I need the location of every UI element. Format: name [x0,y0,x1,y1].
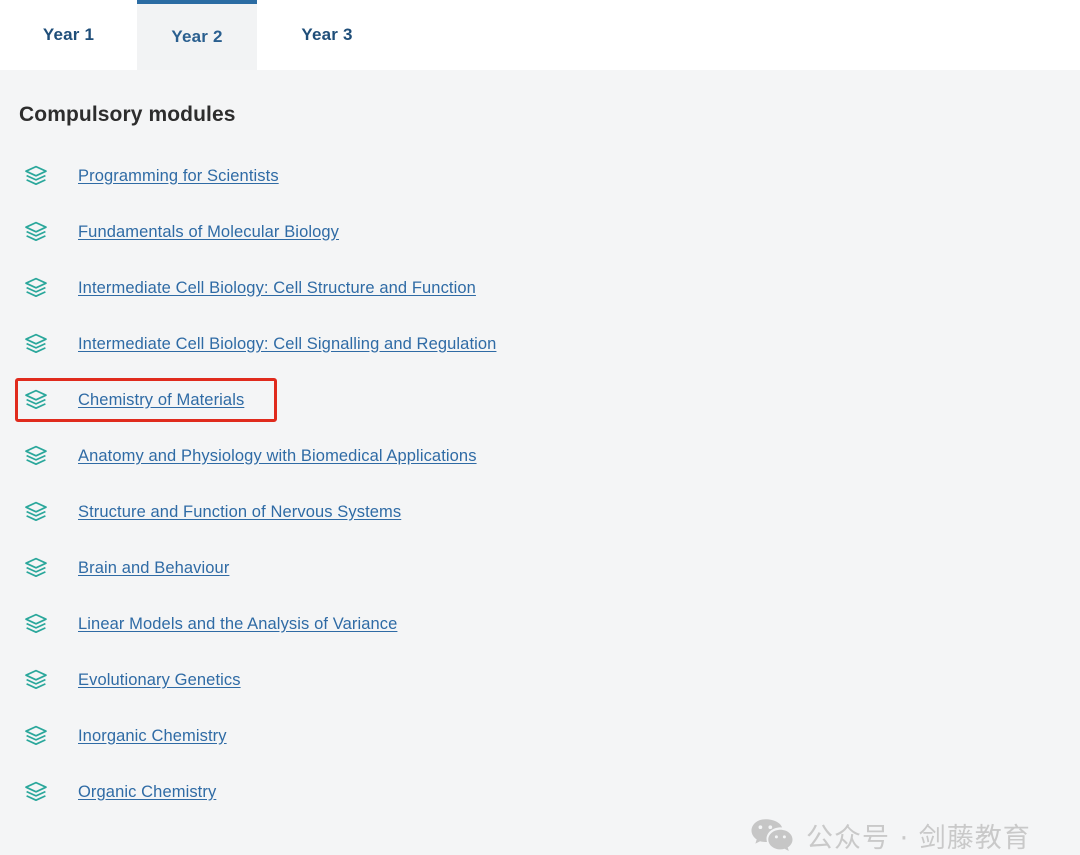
list-item[interactable]: Organic Chemistry [0,764,1080,820]
list-item[interactable]: Linear Models and the Analysis of Varian… [0,596,1080,652]
module-link[interactable]: Programming for Scientists [78,167,279,186]
module-link[interactable]: Inorganic Chemistry [78,727,227,746]
watermark: 公众号 · 剑藤教育 [750,816,1031,855]
tab-year-2-label: Year 2 [171,27,223,46]
list-item[interactable]: Intermediate Cell Biology: Cell Structur… [0,260,1080,316]
module-link[interactable]: Linear Models and the Analysis of Varian… [78,615,397,634]
module-link[interactable]: Evolutionary Genetics [78,671,241,690]
module-link[interactable]: Intermediate Cell Biology: Cell Structur… [78,279,476,298]
tab-year-2[interactable]: Year 2 [137,0,257,70]
list-item[interactable]: Evolutionary Genetics [0,652,1080,708]
list-item[interactable]: Anatomy and Physiology with Biomedical A… [0,428,1080,484]
module-link[interactable]: Fundamentals of Molecular Biology [78,223,339,242]
list-item[interactable]: Inorganic Chemistry [0,708,1080,764]
stack-icon [25,613,47,634]
page-title: Compulsory modules [19,103,236,126]
list-item[interactable]: Intermediate Cell Biology: Cell Signalli… [0,316,1080,372]
module-link[interactable]: Structure and Function of Nervous System… [78,503,401,522]
module-link[interactable]: Intermediate Cell Biology: Cell Signalli… [78,335,496,354]
stack-icon [25,333,47,354]
watermark-label: 公众号 · 剑藤教育 [806,823,1031,854]
year-tab-bar: Year 1 Year 2 Year 3 [0,0,1080,70]
tab-year-1[interactable]: Year 1 [0,0,137,70]
stack-icon [25,501,47,522]
list-item[interactable]: Programming for Scientists [0,148,1080,204]
tab-year-3[interactable]: Year 3 [257,0,397,70]
stack-icon [25,557,47,578]
stack-icon [25,389,47,410]
module-link[interactable]: Anatomy and Physiology with Biomedical A… [78,447,477,466]
stack-icon [25,445,47,466]
module-list: Programming for Scientists Fundamentals … [0,148,1080,820]
list-item[interactable]: Brain and Behaviour [0,540,1080,596]
list-item[interactable]: Structure and Function of Nervous System… [0,484,1080,540]
tab-year-1-label: Year 1 [42,25,95,44]
stack-icon [25,221,47,242]
module-link[interactable]: Organic Chemistry [78,783,216,802]
stack-icon [25,277,47,298]
module-link[interactable]: Chemistry of Materials [78,391,244,410]
list-item[interactable]: Fundamentals of Molecular Biology [0,204,1080,260]
stack-icon [25,165,47,186]
wechat-icon [751,818,793,851]
stack-icon [25,725,47,746]
stack-icon [25,781,47,802]
list-item-highlighted[interactable]: Chemistry of Materials [0,372,1080,428]
tab-year-3-label: Year 3 [301,25,353,44]
module-panel: Compulsory modules Programming for Scien… [0,70,1080,854]
stack-icon [25,669,47,690]
module-link[interactable]: Brain and Behaviour [78,559,229,578]
